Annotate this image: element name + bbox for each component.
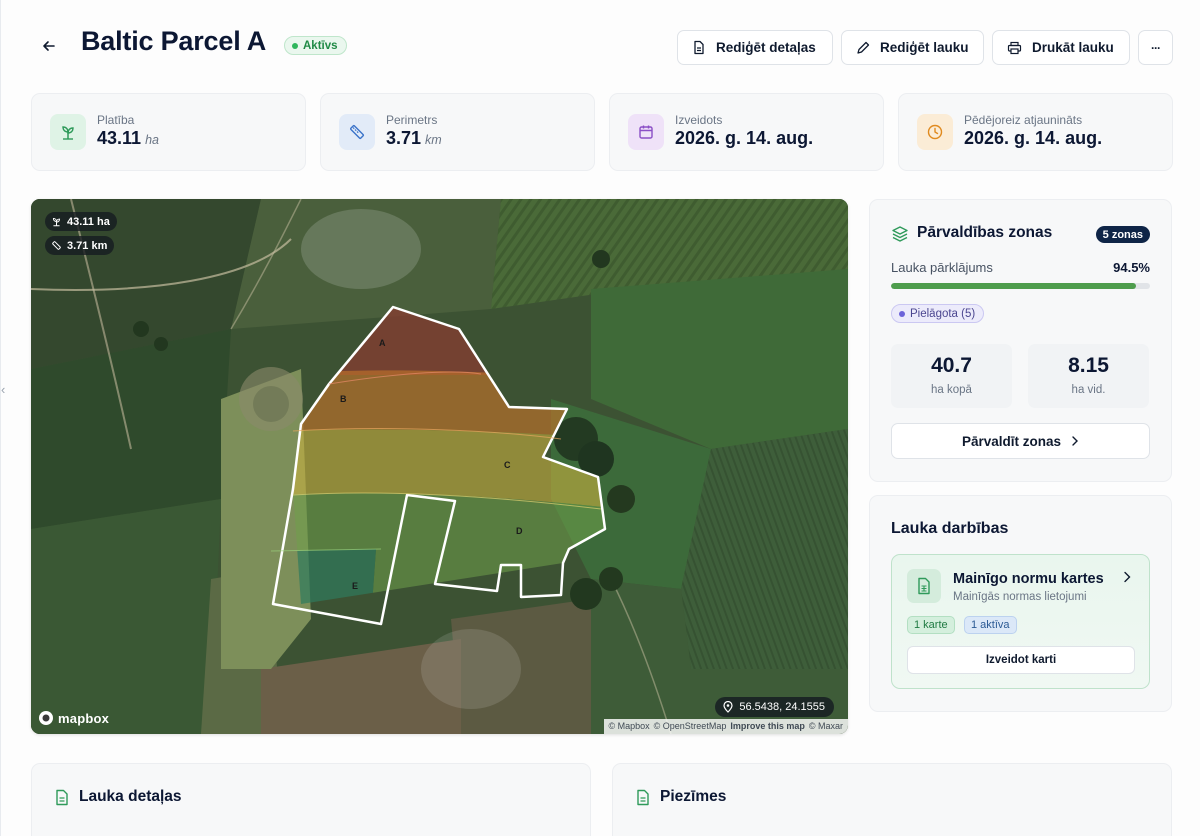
manage-zones-label: Pārvaldīt zonas: [961, 433, 1062, 449]
map-perimeter-chip: 3.71 km: [45, 236, 115, 255]
edit-field-label: Rediģēt lauku: [880, 40, 969, 55]
coordinates-value: 56.5438, 24.1555: [739, 701, 825, 713]
variable-rate-title: Mainīgo normu kartes: [953, 571, 1104, 587]
stat-number: 3.71: [386, 128, 422, 148]
stat-label: Pēdējoreiz atjaunināts: [964, 113, 1083, 127]
map-area-chip: 43.11 ha: [45, 212, 117, 231]
page-header: Baltic Parcel A Aktīvs Rediģēt detaļas R…: [1, 0, 1200, 92]
plant-icon: [52, 217, 61, 227]
coverage-progress-fill: [891, 283, 1136, 289]
stat-unit: ha: [145, 133, 159, 147]
print-field-label: Drukāt lauku: [1032, 40, 1114, 55]
notes-title: Piezīmes: [660, 788, 727, 805]
coverage-progress-bar: [891, 283, 1150, 289]
manage-zones-button[interactable]: Pārvaldīt zonas: [891, 423, 1150, 459]
stat-value: 43.11 ha: [97, 128, 159, 149]
zone-label-e[interactable]: E: [352, 581, 358, 591]
more-options-button[interactable]: ···: [1138, 30, 1173, 65]
map-area-value: 43.11 ha: [67, 215, 110, 228]
average-area-value: 8.15: [1068, 354, 1109, 377]
back-button[interactable]: [37, 34, 61, 58]
field-map[interactable]: A B C D E 43.11 ha 3.71 km 56.5438, 24.1…: [31, 199, 848, 734]
field-details-card: Lauka detaļas: [31, 763, 591, 836]
management-zones-panel: Pārvaldības zonas 5 zonas Lauka pārklāju…: [869, 199, 1172, 482]
total-area-metric: 40.7 ha kopā: [891, 344, 1012, 408]
field-details-title: Lauka detaļas: [79, 788, 182, 805]
stat-label: Izveidots: [675, 113, 723, 127]
ruler-icon: [52, 241, 61, 250]
stat-value: 3.71 km: [386, 128, 442, 149]
zones-count-badge: 5 zonas: [1095, 226, 1150, 243]
zone-label-c[interactable]: C: [504, 460, 511, 470]
attribution-mapbox-link[interactable]: © Mapbox: [609, 721, 650, 732]
stat-number: 43.11: [97, 128, 142, 148]
mapbox-logo-text: mapbox: [58, 710, 110, 726]
average-area-metric: 8.15 ha vid.: [1028, 344, 1149, 408]
average-area-label: ha vid.: [1071, 384, 1106, 396]
layers-icon: [892, 226, 908, 242]
document-icon: [56, 789, 68, 806]
map-perimeter-value: 3.71 km: [67, 239, 108, 252]
stat-card-created: Izveidots 2026. g. 14. aug.: [609, 93, 884, 171]
status-badge: Aktīvs: [284, 36, 347, 55]
notes-card: Piezīmes: [612, 763, 1172, 836]
coordinates-chip: 56.5438, 24.1555: [715, 697, 834, 717]
stat-label: Platība: [97, 113, 135, 127]
adjusted-dot: [899, 310, 905, 317]
ruler-icon: [339, 114, 375, 150]
collapse-chevron-icon[interactable]: ‹: [1, 382, 5, 397]
field-actions-panel: Lauka darbības Mainīgo normu kartes Main…: [869, 495, 1172, 712]
maps-count-chip: 1 karte: [907, 616, 955, 634]
variable-rate-subtitle: Mainīgās normas lietojumi: [953, 591, 1087, 603]
stat-unit: km: [425, 133, 442, 147]
stat-value: 2026. g. 14. aug.: [675, 128, 814, 148]
stat-value: 2026. g. 14. aug.: [964, 128, 1103, 148]
total-area-label: ha kopā: [931, 384, 972, 396]
improve-map-link[interactable]: Improve this map: [730, 721, 805, 732]
print-field-button[interactable]: Drukāt lauku: [992, 30, 1130, 65]
page-title: Baltic Parcel A: [81, 26, 267, 56]
edit-field-button[interactable]: Rediģēt lauku: [841, 30, 984, 65]
active-count-chip: 1 aktīva: [964, 616, 1017, 634]
map-attribution: © Mapbox © OpenStreetMap Improve this ma…: [603, 719, 848, 734]
edit-details-button[interactable]: Rediģēt detaļas: [677, 30, 833, 65]
stat-card-perimeter: Perimetrs 3.71 km: [320, 93, 595, 171]
adjusted-zones-label: Pielāgota (5): [910, 307, 976, 320]
clock-icon: [917, 114, 953, 150]
stat-card-area: Platība 43.11 ha: [31, 93, 306, 171]
location-pin-icon: [723, 701, 733, 713]
zone-label-a[interactable]: A: [379, 338, 386, 348]
attribution-osm-link[interactable]: © OpenStreetMap: [654, 721, 727, 732]
chevron-right-icon[interactable]: [1123, 571, 1131, 583]
stat-card-updated: Pēdējoreiz atjaunināts 2026. g. 14. aug.: [898, 93, 1173, 171]
plant-icon: [50, 114, 86, 150]
more-options-label: ···: [1151, 40, 1161, 55]
edit-details-label: Rediģēt detaļas: [716, 40, 816, 55]
pencil-icon: [857, 41, 870, 54]
zone-label-b[interactable]: B: [340, 394, 347, 404]
adjusted-zones-chip[interactable]: Pielāgota (5): [891, 304, 985, 323]
attribution-maxar-link[interactable]: © Maxar: [809, 721, 843, 732]
arrow-left-icon: [43, 41, 55, 51]
chevron-right-icon: [1072, 436, 1079, 446]
satellite-imagery: [31, 199, 848, 734]
document-icon: [637, 789, 649, 806]
stat-label: Perimetrs: [386, 113, 438, 127]
mapbox-logo[interactable]: mapbox: [38, 710, 109, 726]
document-icon: [694, 40, 704, 55]
create-map-button[interactable]: Izveidot karti: [907, 646, 1135, 674]
calendar-icon: [628, 114, 664, 150]
status-label: Aktīvs: [303, 39, 338, 52]
printer-icon: [1007, 41, 1022, 54]
total-area-value: 40.7: [931, 354, 972, 377]
mapbox-logo-icon: [39, 711, 53, 725]
status-dot: [292, 42, 298, 49]
zones-panel-title: Pārvaldības zonas: [917, 224, 1053, 241]
variable-rate-maps-card[interactable]: Mainīgo normu kartes Mainīgās normas lie…: [891, 554, 1150, 689]
coverage-value: 94.5%: [1113, 260, 1150, 275]
actions-panel-title: Lauka darbības: [891, 520, 1009, 537]
zone-label-d[interactable]: D: [516, 526, 523, 536]
spreadsheet-icon: [907, 569, 941, 603]
coverage-label: Lauka pārklājums: [891, 260, 993, 275]
